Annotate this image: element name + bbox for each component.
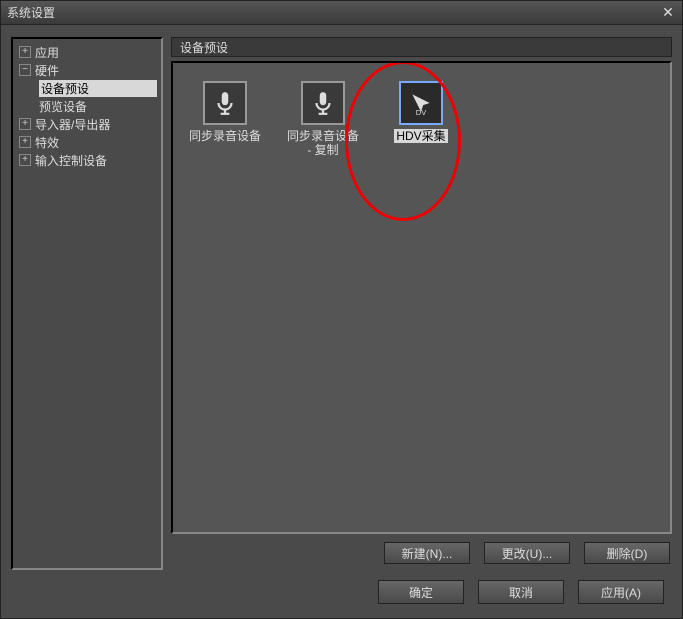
tree-item-label: 预览设备 [39,98,157,115]
expand-icon[interactable]: + [19,136,31,148]
preset-tile-2[interactable]: DV HDV采集 [383,81,459,157]
tree-item-1[interactable]: −硬件 [15,61,159,79]
tree-item-5[interactable]: + 特效 [15,133,159,151]
tree-item-label: 应用 [35,44,157,61]
tree-item-3[interactable]: 预览设备 [15,97,159,115]
system-settings-dialog: 系统设置 ✕ +应用−硬件设备预设预览设备+导入器/导出器+特效+输入控制设备 … [0,0,683,619]
hdv-icon: DV [399,81,443,125]
window-title: 系统设置 [7,4,660,21]
microphone-icon [203,81,247,125]
delete-button[interactable]: 删除(D) [584,542,670,564]
change-button[interactable]: 更改(U)... [484,542,570,564]
preset-caption: HDV采集 [394,129,447,143]
tree-item-label: 输入控制设备 [35,152,157,169]
preset-content-area: 同步录音设备 同步录音设备 - 复制 DV HDV采集 [171,61,672,534]
tree-item-label: 特效 [35,134,157,151]
preset-caption: 同步录音设备 - 复制 [285,129,361,157]
apply-button[interactable]: 应用(A) [578,580,664,604]
collapse-icon[interactable]: − [19,64,31,76]
expand-icon[interactable]: + [19,118,31,130]
ok-button[interactable]: 确定 [378,580,464,604]
svg-text:DV: DV [416,108,427,116]
preset-tile-0[interactable]: 同步录音设备 [187,81,263,157]
tree-item-label: 设备预设 [39,80,157,97]
expand-icon[interactable]: + [19,46,31,58]
preset-caption: 同步录音设备 [189,129,261,143]
preset-tile-1[interactable]: 同步录音设备 - 复制 [285,81,361,157]
section-header: 设备预设 [171,37,672,57]
new-button[interactable]: 新建(N)... [384,542,470,564]
settings-tree[interactable]: + 应用−硬件设备预设预览设备 + 导入器/导出器 + 特效 + 输入控制设备 [11,37,163,570]
microphone-icon [301,81,345,125]
expand-icon[interactable]: + [19,154,31,166]
tree-item-2[interactable]: 设备预设 [15,79,159,97]
cancel-button[interactable]: 取消 [478,580,564,604]
main-panel: 设备预设 同步录音设备 同步录音设备 - 复制 DV HDV采集 新建(N)... 更… [171,37,672,570]
preset-button-row: 新建(N)... 更改(U)... 删除(D) [171,534,672,570]
titlebar: 系统设置 ✕ [1,1,682,25]
tree-item-label: 硬件 [35,62,157,79]
close-icon[interactable]: ✕ [660,5,676,21]
tree-item-6[interactable]: + 输入控制设备 [15,151,159,169]
tree-item-label: 导入器/导出器 [35,116,157,133]
tree-item-0[interactable]: + 应用 [15,43,159,61]
dialog-button-row: 确定 取消 应用(A) [1,570,682,618]
tree-item-4[interactable]: + 导入器/导出器 [15,115,159,133]
